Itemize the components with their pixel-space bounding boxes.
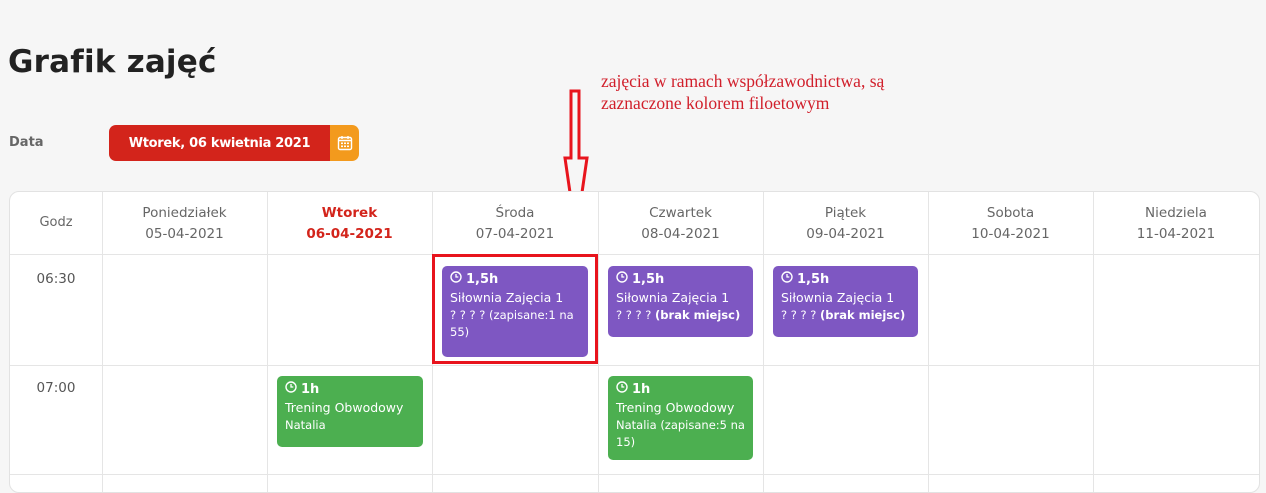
day-header-tuesday: Wtorek 06-04-2021 (306, 205, 393, 242)
clock-icon (450, 271, 462, 289)
date-label: Data (9, 135, 44, 150)
event-duration: 1,5h (466, 272, 499, 287)
schedule-grid: Godz Poniedziałek 05-04-2021 Wtorek 06-04-… (9, 191, 1260, 493)
date-value[interactable]: Wtorek, 06 kwietnia 2021 (109, 125, 330, 161)
event-duration: 1h (632, 382, 651, 397)
event-card[interactable]: 1h Trening Obwodowy Natalia (277, 376, 423, 447)
event-card[interactable]: 1,5h Siłownia Zajęcia 1 ? ? ? ? (zapisan… (442, 266, 588, 357)
event-name: Trening Obwodowy (285, 400, 404, 415)
event-name: Siłownia Zajęcia 1 (781, 290, 895, 305)
event-card[interactable]: 1,5h Siłownia Zajęcia 1 ? ? ? ? (brak mi… (608, 266, 753, 337)
event-status: (brak miejsc) (655, 308, 741, 322)
event-duration: 1,5h (632, 272, 665, 287)
event-trainer: ? ? ? ? (450, 308, 486, 322)
day-header-sunday: Niedziela 11-04-2021 (1136, 205, 1216, 242)
hour-column-header: Godz (39, 215, 73, 230)
calendar-icon[interactable] (330, 125, 359, 161)
page-title: Grafik zajęć (8, 44, 217, 80)
event-name: Trening Obwodowy (616, 400, 735, 415)
event-card[interactable]: 1,5h Siłownia Zajęcia 1 ? ? ? ? (brak mi… (773, 266, 918, 337)
event-duration: 1,5h (797, 272, 830, 287)
clock-icon (616, 381, 628, 399)
event-trainer: Natalia (616, 418, 657, 432)
clock-icon (781, 271, 793, 289)
day-header-thursday: Czwartek 08-04-2021 (641, 205, 720, 242)
event-name: Siłownia Zajęcia 1 (616, 290, 730, 305)
day-header-saturday: Sobota 10-04-2021 (971, 205, 1050, 242)
annotation-text: zajęcia w ramach współzawodnictwa, są za… (601, 71, 885, 113)
day-header-monday: Poniedziałek 05-04-2021 (142, 205, 227, 242)
event-duration: 1h (301, 382, 320, 397)
event-status: (brak miejsc) (820, 308, 906, 322)
day-header-friday: Piątek 09-04-2021 (806, 205, 885, 242)
clock-icon (616, 271, 628, 289)
event-trainer: Natalia (285, 418, 326, 432)
date-picker[interactable]: Wtorek, 06 kwietnia 2021 (109, 125, 359, 161)
day-header-wednesday: Środa 07-04-2021 (475, 205, 555, 242)
event-trainer: ? ? ? ? (781, 308, 817, 322)
event-card[interactable]: 1h Trening Obwodowy Natalia (zapisane:5 … (608, 376, 753, 460)
time-label: 06:30 (36, 271, 76, 287)
event-name: Siłownia Zajęcia 1 (450, 290, 564, 305)
time-label: 07:00 (36, 380, 76, 396)
clock-icon (285, 381, 297, 399)
event-trainer: ? ? ? ? (616, 308, 652, 322)
